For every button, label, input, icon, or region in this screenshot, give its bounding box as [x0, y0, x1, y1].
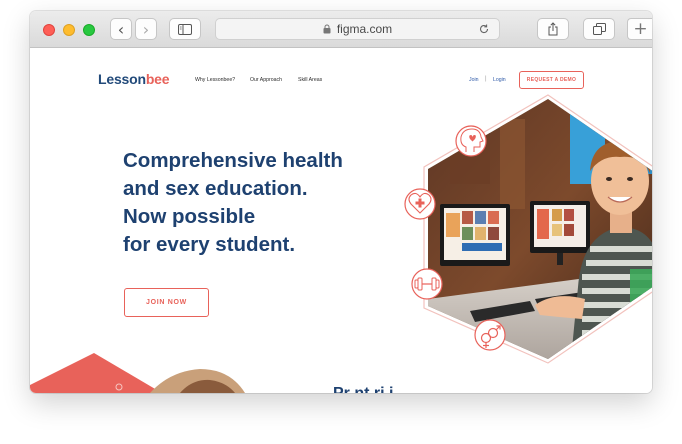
heart-cross-icon	[404, 188, 436, 220]
tabs-icon	[592, 23, 606, 35]
sidebar-icon	[178, 23, 192, 35]
screenshot-stage: ‹ › figma.com + Lessonbee Why Lessonbee?…	[0, 0, 682, 444]
url-text: figma.com	[336, 22, 393, 36]
dumbbell-icon	[411, 268, 443, 300]
reload-icon[interactable]	[478, 23, 490, 35]
forward-button[interactable]: ›	[135, 18, 157, 40]
lock-icon	[323, 24, 331, 34]
zoom-window-button[interactable]	[83, 24, 95, 36]
chevron-left-icon: ‹	[117, 19, 125, 39]
share-icon	[548, 22, 558, 36]
chevron-right-icon: ›	[142, 19, 150, 39]
back-button[interactable]: ‹	[110, 18, 132, 40]
gender-symbols-icon	[474, 319, 506, 351]
coral-triangle-decor	[30, 353, 162, 393]
plus-icon: +	[633, 19, 648, 39]
classroom-photo	[428, 99, 652, 359]
browser-toolbar: ‹ › figma.com +	[30, 11, 652, 48]
section-heading-partial: Pr nt ri i	[333, 385, 393, 393]
head-heart-icon	[455, 125, 487, 157]
hero-illustration	[30, 94, 652, 393]
page-viewport: Lessonbee Why Lessonbee? Our Approach Sk…	[30, 49, 652, 393]
address-bar[interactable]: figma.com	[215, 18, 500, 40]
share-button[interactable]	[537, 18, 569, 40]
minimize-window-button[interactable]	[63, 24, 75, 36]
new-tab-button[interactable]: +	[627, 18, 652, 40]
tabs-overview-button[interactable]	[583, 18, 615, 40]
sidebar-toggle-button[interactable]	[169, 18, 201, 40]
browser-window: ‹ › figma.com + Lessonbee Why Lessonbee?…	[30, 11, 652, 393]
close-window-button[interactable]	[43, 24, 55, 36]
